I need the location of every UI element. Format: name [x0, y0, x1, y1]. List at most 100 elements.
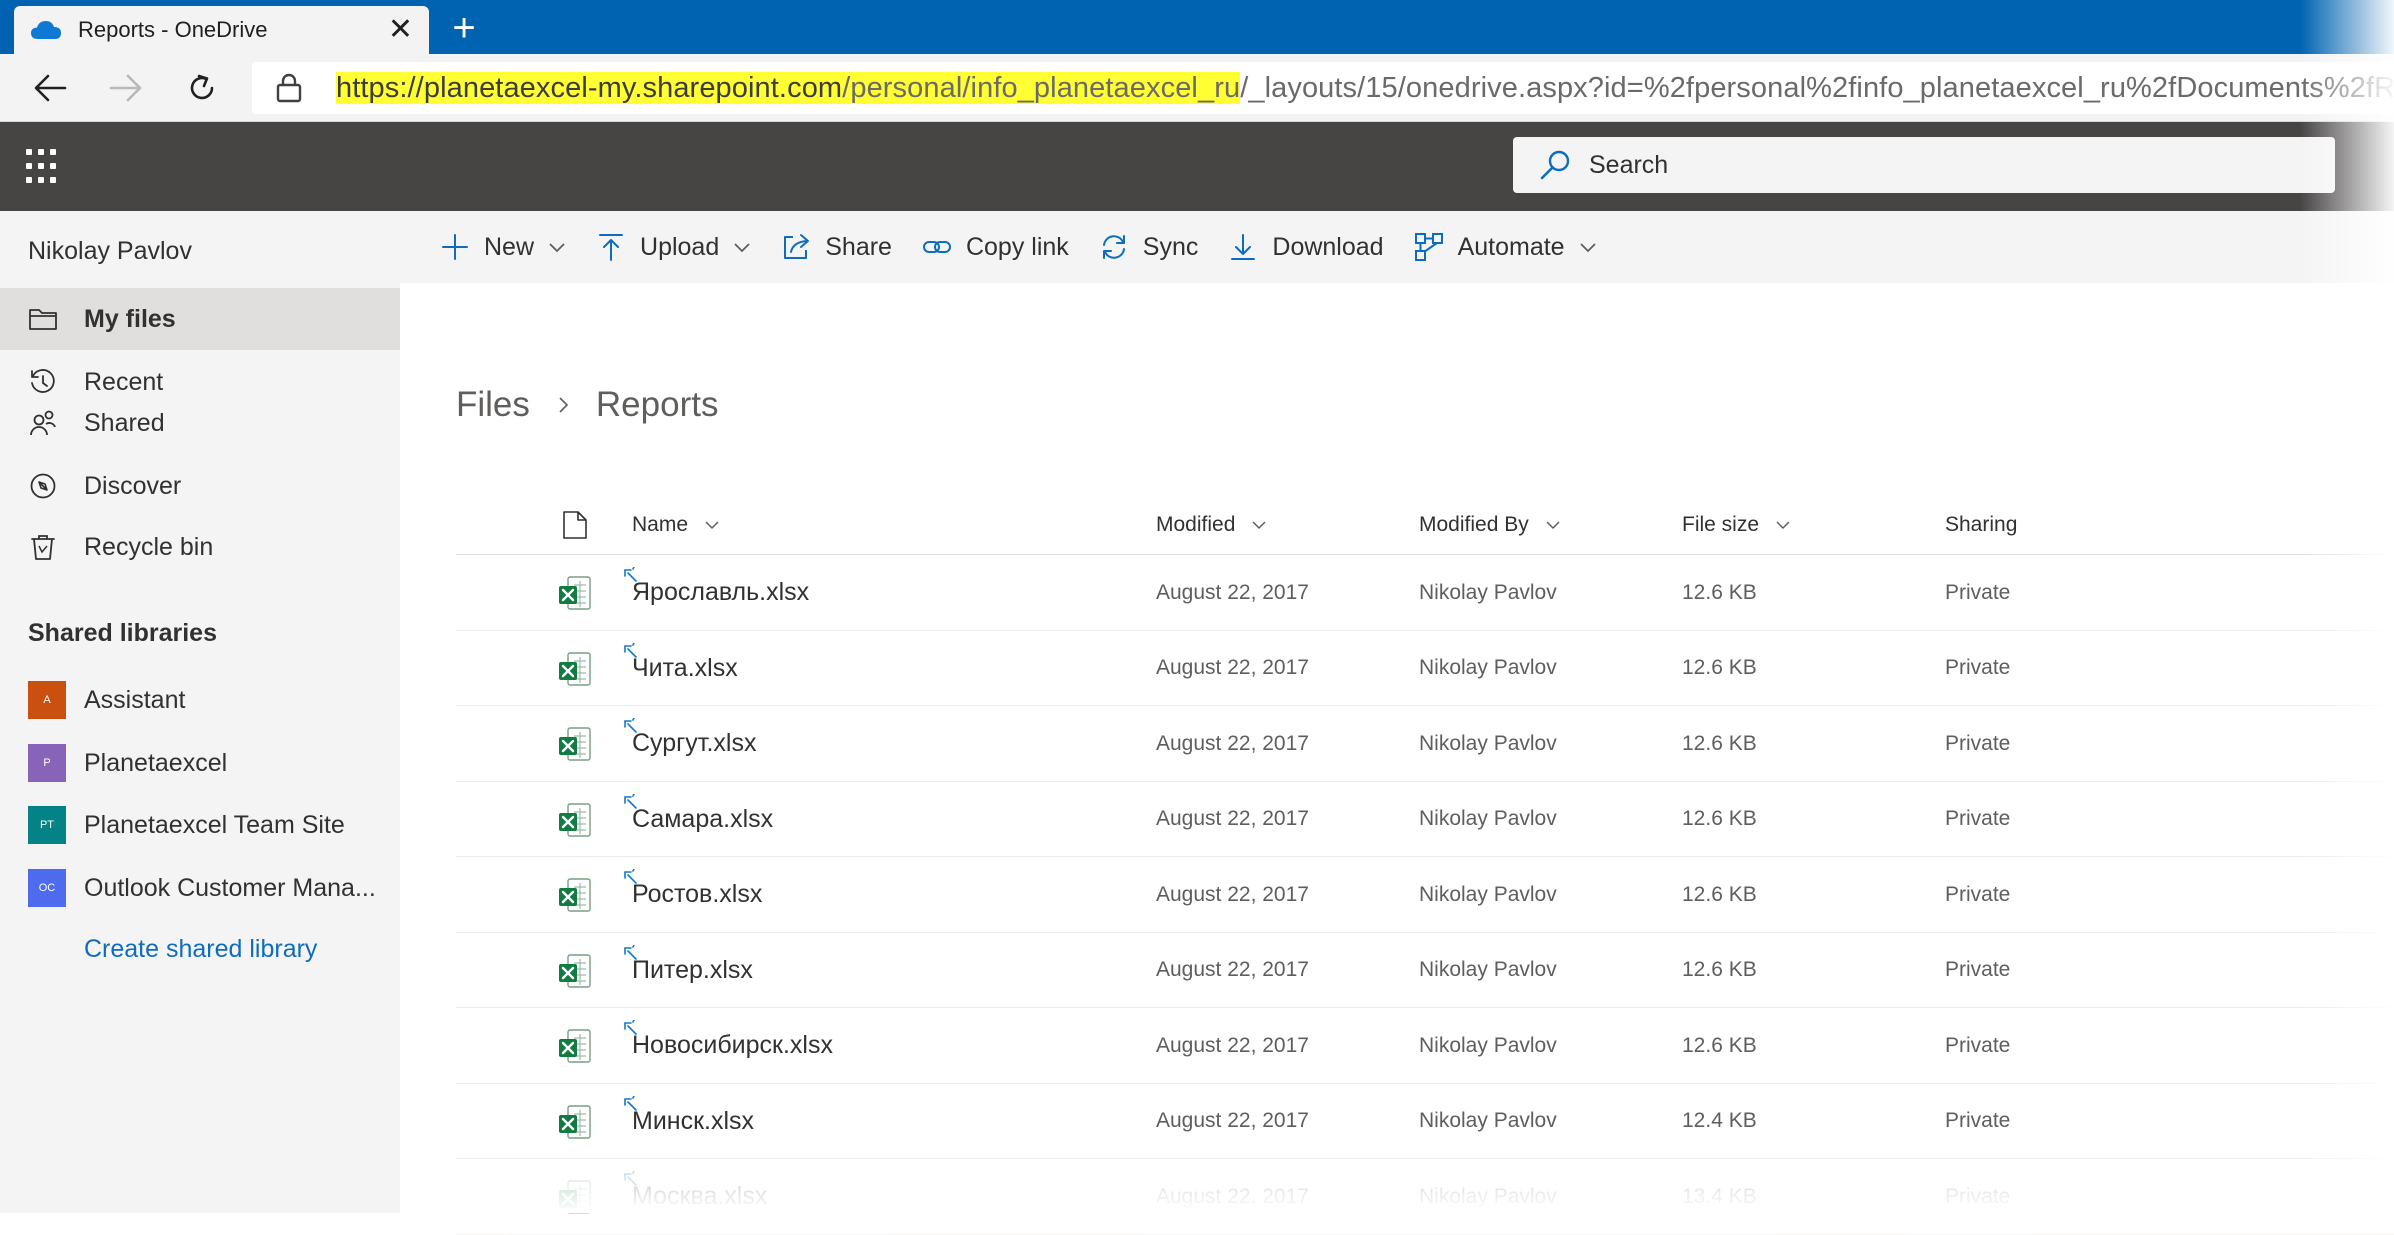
suite-header: Search: [0, 122, 2394, 211]
shared-people-icon: [30, 410, 56, 436]
table-row[interactable]: Ярославль.xlsx August 22, 2017 Nikolay Pav…: [456, 555, 2394, 631]
file-name[interactable]: Чита.xlsx: [632, 631, 738, 706]
table-row[interactable]: Новосибирск.xlsx August 22, 2017 Nikolay P…: [456, 1008, 2394, 1084]
nav-label: My files: [84, 304, 176, 333]
share-icon: [784, 234, 810, 259]
table-row[interactable]: Самара.xlsx August 22, 2017 Nikolay Pavlov…: [456, 782, 2394, 857]
excel-file-icon: [559, 576, 591, 610]
column-header-modified[interactable]: Modified: [1156, 495, 1267, 555]
table-row[interactable]: Питер.xlsx August 22, 2017 Nikolay Pavlov 1…: [456, 933, 2394, 1008]
column-label: Modified: [1156, 513, 1236, 536]
new-tab-button[interactable]: +: [440, 6, 488, 54]
new-label: New: [484, 232, 535, 261]
nav-item-shared[interactable]: Shared: [0, 392, 400, 454]
sync-icon: [1102, 235, 1125, 259]
download-button[interactable]: Download: [1228, 211, 1384, 283]
library-planetaexcel[interactable]: P Planetaexcel: [0, 732, 400, 794]
back-arrow-icon: [34, 74, 67, 102]
sharing-status: Private: [1945, 882, 2011, 906]
back-button[interactable]: [26, 64, 74, 112]
column-header-sharing[interactable]: Sharing: [1945, 495, 2017, 555]
nav-item-recycle-bin[interactable]: Recycle bin: [0, 516, 400, 578]
breadcrumb: Files Reports: [456, 385, 718, 425]
file-name[interactable]: Ярославль.xlsx: [632, 555, 809, 630]
column-header-file-size[interactable]: File size: [1682, 495, 1791, 555]
excel-file-icon: [559, 878, 591, 912]
forward-button[interactable]: [102, 64, 150, 112]
chevron-down-icon: [549, 243, 565, 253]
browser-tab-strip: Reports - OneDrive ✕ +: [0, 0, 2394, 54]
new-button[interactable]: New: [440, 211, 566, 283]
library-label: Assistant: [84, 685, 186, 714]
library-assistant[interactable]: A Assistant: [0, 669, 400, 731]
refresh-button[interactable]: [178, 64, 226, 112]
column-header-name[interactable]: Name: [632, 495, 720, 555]
excel-file-icon: [559, 1104, 591, 1139]
table-row[interactable]: Сургут.xlsx August 22, 2017 Nikolay Pavlov…: [456, 706, 2394, 782]
modified-by: Nikolay Pavlov: [1419, 807, 1557, 830]
file-name[interactable]: Самара.xlsx: [632, 782, 773, 857]
automate-label: Automate: [1457, 232, 1565, 261]
chevron-down-icon: [1546, 521, 1560, 530]
compass-icon: [30, 473, 56, 499]
chevron-down-icon: [705, 521, 719, 530]
file-rows: Ярославль.xlsx August 22, 2017 Nikolay Pav…: [456, 555, 2394, 1235]
column-label: Name: [632, 513, 689, 536]
share-button[interactable]: Share: [781, 211, 892, 283]
sharing-status: Private: [1945, 958, 2011, 981]
sync-button[interactable]: Sync: [1099, 211, 1198, 283]
automate-button[interactable]: Automate: [1414, 211, 1597, 283]
search-icon: [1540, 150, 1570, 180]
user-name: Nikolay Pavlov: [28, 237, 192, 265]
excel-file-icon: [559, 953, 591, 988]
recycle-bin-icon: [31, 535, 55, 560]
shared-libraries-heading: Shared libraries: [28, 619, 217, 647]
library-planetaexcel-team-site[interactable]: PT Planetaexcel Team Site: [0, 794, 400, 856]
create-shared-library-link[interactable]: Create shared library: [84, 935, 317, 964]
modified-date: August 22, 2017: [1156, 580, 1309, 604]
table-row[interactable]: Чита.xlsx August 22, 2017 Nikolay Pavlov 12…: [456, 631, 2394, 706]
table-row[interactable]: Ростов.xlsx August 22, 2017 Nikolay Pavlov…: [456, 857, 2394, 933]
search-input[interactable]: Search: [1513, 137, 2335, 193]
column-label: File size: [1682, 513, 1760, 536]
document-icon: [563, 511, 587, 539]
command-bar: New Upload Share Copy link Sync Download…: [400, 211, 2394, 283]
column-label: Modified By: [1419, 513, 1529, 536]
url-field[interactable]: https://planetaexcel-my.sharepoint.com/p…: [252, 62, 2394, 114]
column-label: Sharing: [1945, 513, 2018, 536]
breadcrumb-files[interactable]: Files: [456, 385, 530, 425]
upload-arrow-icon: [599, 234, 624, 261]
app-launcher-icon[interactable]: [26, 149, 62, 185]
file-name[interactable]: Новосибирск.xlsx: [632, 1008, 833, 1083]
upload-button[interactable]: Upload: [596, 211, 751, 283]
file-type-header[interactable]: [562, 495, 588, 555]
nav-label: Discover: [84, 471, 182, 500]
file-name[interactable]: Ростов.xlsx: [632, 857, 762, 932]
modified-by: Nikolay Pavlov: [1419, 958, 1557, 981]
tab-close-icon[interactable]: ✕: [388, 15, 413, 45]
library-tile-icon: P: [28, 744, 66, 782]
modified-date: August 22, 2017: [1156, 882, 1309, 906]
list-header: Name Modified Modified By File size Shar…: [456, 495, 2394, 555]
library-outlook-customer-manager[interactable]: OC Outlook Customer Mana...: [0, 857, 400, 919]
nav-label: Recycle bin: [84, 532, 214, 561]
file-size: 12.6 KB: [1682, 958, 1757, 981]
share-label: Share: [825, 232, 892, 261]
library-tile-icon: OC: [28, 869, 66, 907]
download-arrow-icon: [1231, 234, 1256, 260]
excel-file-icon: [559, 727, 591, 761]
column-header-modified-by[interactable]: Modified By: [1419, 495, 1561, 555]
browser-tab[interactable]: Reports - OneDrive ✕: [14, 6, 429, 54]
refresh-icon: [190, 74, 214, 100]
chevron-down-icon: [1776, 521, 1790, 530]
chevron-down-icon: [1252, 521, 1266, 530]
file-name[interactable]: Питер.xlsx: [632, 933, 753, 1008]
nav-item-my-files[interactable]: My files: [0, 288, 400, 350]
copy-link-button[interactable]: Copy link: [922, 211, 1069, 283]
file-name[interactable]: Сургут.xlsx: [632, 706, 756, 781]
upload-label: Upload: [640, 232, 720, 261]
scroll-fade: [400, 1140, 2394, 1213]
file-size: 12.6 KB: [1682, 580, 1757, 604]
nav-item-discover[interactable]: Discover: [0, 455, 400, 517]
url-rest: /_layouts/15/onedrive.aspx?id=%2fpersona…: [1240, 71, 2394, 104]
